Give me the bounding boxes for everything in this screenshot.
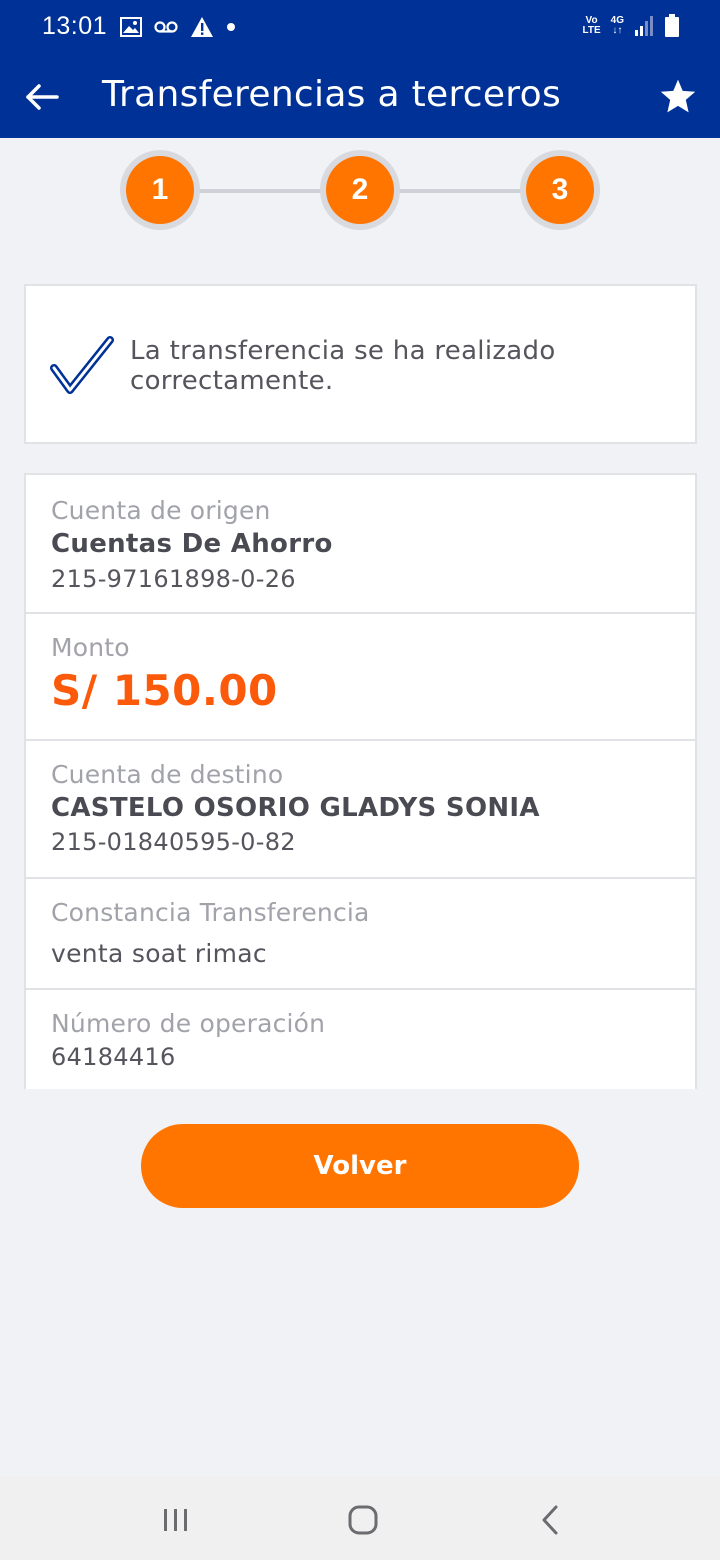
system-back-button[interactable] [520,1498,580,1542]
signal-icon [635,16,653,36]
operation-label: Número de operación [51,1009,326,1038]
step-connector [196,189,324,193]
destination-label: Cuenta de destino [51,760,284,789]
system-navigation-bar [0,1476,720,1560]
home-button[interactable] [333,1498,393,1542]
arrow-left-icon [26,84,59,110]
destination-account-number: 215-01840595-0-82 [51,828,296,856]
receipt-row: Constancia Transferencia venta soat rima… [26,879,695,990]
check-icon [50,336,114,394]
app-bar: Transferencias a terceros [0,56,720,138]
recent-apps-icon [164,1509,187,1531]
step-number: 2 [326,156,394,224]
image-icon [120,17,142,37]
warning-icon [191,17,213,37]
back-icon [542,1505,558,1535]
step-2: 2 [320,150,400,230]
status-bar: 13:01 Vo LTE 4G ↓↑ [0,0,720,56]
step-connector [396,189,524,193]
volte-icon: Vo LTE [583,16,601,36]
home-icon [348,1505,378,1535]
receipt-label: Constancia Transferencia [51,898,370,927]
recent-apps-button[interactable] [146,1498,206,1542]
dot-icon [227,23,235,31]
voicemail-icon [154,21,178,33]
origin-account-number: 215-97161898-0-26 [51,565,296,593]
success-message: La transferencia se ha realizado correct… [130,336,556,396]
destination-name: CASTELO OSORIO GLADYS SONIA [51,793,540,823]
operation-number-row: Número de operación 64184416 [26,990,695,1089]
amount-label: Monto [51,633,130,662]
step-number: 1 [126,156,194,224]
receipt-value: venta soat rimac [51,939,267,968]
step-1: 1 [120,150,200,230]
operation-number: 64184416 [51,1043,176,1071]
status-system-icons: Vo LTE 4G ↓↑ [583,14,681,38]
origin-label: Cuenta de origen [51,496,271,525]
progress-stepper: 1 2 3 [0,150,720,232]
origin-account-type: Cuentas De Ahorro [51,529,333,559]
volte-label-bottom: LTE [582,25,601,36]
success-card: La transferencia se ha realizado correct… [24,284,697,444]
back-button[interactable] [18,74,66,120]
network-4g-icon: 4G ↓↑ [611,16,624,36]
battery-icon [665,14,679,37]
page-title: Transferencias a terceros [102,74,561,115]
step-number: 3 [526,156,594,224]
amount-row: Monto S/ 150.00 [26,614,695,741]
status-time: 13:01 [42,12,108,40]
favorite-button[interactable] [656,74,700,118]
destination-account-row: Cuenta de destino CASTELO OSORIO GLADYS … [26,741,695,879]
volver-button[interactable]: Volver [141,1124,579,1208]
amount-value: S/ 150.00 [51,666,278,715]
step-3: 3 [520,150,600,230]
transfer-details-card: Cuenta de origen Cuentas De Ahorro 215-9… [24,473,697,1089]
data-arrows-icon: ↓↑ [612,25,623,36]
status-notifications [120,16,236,38]
star-icon [660,79,696,113]
origin-account-row: Cuenta de origen Cuentas De Ahorro 215-9… [26,475,695,614]
